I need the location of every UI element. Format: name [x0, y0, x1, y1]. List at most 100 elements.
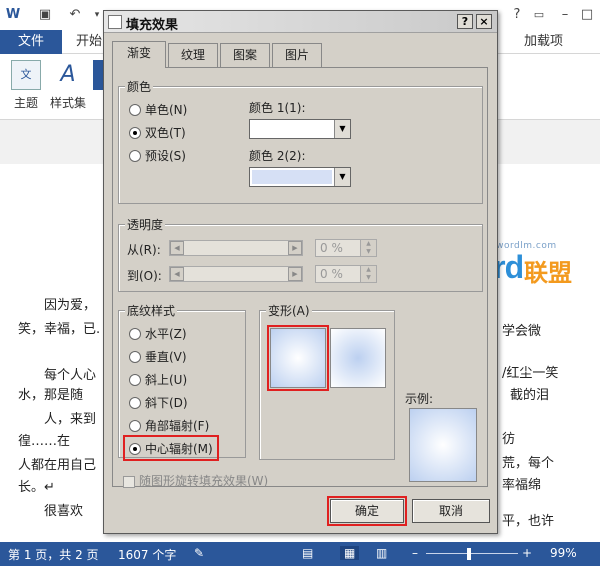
tab-pattern[interactable]: 图案	[220, 43, 270, 67]
zoom-slider[interactable]	[426, 553, 518, 554]
highlight-frame	[327, 496, 407, 526]
variants-group-title: 变形(A)	[266, 302, 312, 319]
proofing-icon[interactable]: ✎	[194, 546, 204, 560]
fill-effects-dialog: 填充效果 ? × 渐变 纹理 图案 图片 颜色 单色(N) 双色(T) 预设(S…	[103, 10, 498, 534]
dialog-title: 填充效果	[126, 18, 179, 33]
arrow-left-icon: ◀	[170, 267, 184, 281]
doc-line: 很喜欢	[44, 504, 84, 519]
color1-dropdown[interactable]: ▼	[249, 119, 351, 139]
chevron-down-icon: ▼	[334, 120, 350, 138]
transparency-group-title: 透明度	[125, 216, 166, 233]
doc-line: 人都在用自己	[18, 458, 97, 473]
theme-button[interactable]: 文 主题	[6, 60, 46, 116]
styleset-label: 样式集	[49, 96, 86, 110]
radio-dot-selected	[129, 126, 141, 139]
radio-dot	[129, 350, 141, 363]
styleset-icon: A	[60, 62, 76, 87]
to-value: 0 %	[320, 267, 343, 281]
to-slider[interactable]: ◀ ▶	[169, 266, 303, 282]
close-button[interactable]: ×	[476, 14, 492, 29]
tab-file[interactable]: 文件	[0, 30, 62, 54]
doc-line: 每个人心	[44, 368, 97, 383]
sample-label: 示例:	[405, 392, 434, 406]
maximize-icon[interactable]: □	[578, 6, 596, 24]
from-spinner[interactable]: 0 % ▲ ▼	[315, 239, 377, 257]
read-mode-icon[interactable]: ▤	[302, 546, 313, 560]
save-icon[interactable]: ▣	[36, 6, 54, 24]
from-value: 0 %	[320, 241, 343, 255]
radio-horizontal[interactable]: 水平(Z)	[129, 325, 187, 341]
shading-styles-group: 底纹样式 水平(Z) 垂直(V) 斜上(U) 斜下(D) 角部辐射(F) 中心辐…	[118, 302, 246, 461]
variant-center-dark[interactable]	[330, 328, 386, 388]
arrow-right-icon: ▶	[288, 267, 302, 281]
dialog-title-bar[interactable]: 填充效果 ? ×	[104, 11, 497, 33]
word-app-icon: W	[5, 7, 21, 22]
radio-dot	[129, 327, 141, 340]
ribbon-display-icon[interactable]: ▭	[530, 6, 548, 24]
doc-line: 率福绵	[502, 478, 542, 493]
variants-group: 变形(A)	[259, 302, 395, 460]
color1-label: 颜色 1(1):	[249, 101, 306, 115]
cancel-button[interactable]: 取消	[412, 499, 490, 523]
status-bar: 第 1 页，共 2 页 1607 个字 ✎ ▤ ▦ ▥ – + 99%	[0, 542, 600, 566]
page-count[interactable]: 第 1 页，共 2 页	[8, 546, 99, 563]
zoom-slider-thumb[interactable]	[467, 548, 471, 560]
radio-vertical[interactable]: 垂直(V)	[129, 348, 187, 364]
radio-dot	[129, 373, 141, 386]
doc-line: 人，来到	[44, 412, 97, 427]
web-layout-icon[interactable]: ▥	[376, 546, 387, 560]
rotate-with-shape-checkbox[interactable]: 随图形旋转填充效果(W)	[123, 472, 268, 489]
colors-group: 颜色 单色(N) 双色(T) 预设(S) 颜色 1(1): ▼ 颜色 2(2):…	[118, 78, 483, 204]
doc-line: 荒，每个	[502, 456, 555, 471]
tab-gradient[interactable]: 渐变	[112, 41, 166, 68]
highlight-frame	[267, 325, 329, 391]
undo-icon[interactable]: ↶	[66, 6, 84, 24]
tab-texture[interactable]: 纹理	[168, 43, 218, 67]
radio-dot	[129, 396, 141, 409]
radio-from-corner[interactable]: 角部辐射(F)	[129, 417, 209, 433]
help-icon[interactable]: ?	[508, 6, 526, 24]
sample-preview	[409, 408, 477, 482]
arrow-left-icon: ◀	[170, 241, 184, 255]
radio-one-color[interactable]: 单色(N)	[129, 101, 187, 117]
minimize-icon[interactable]: –	[556, 6, 574, 24]
radio-two-colors[interactable]: 双色(T)	[129, 124, 186, 140]
tab-start[interactable]: 开始	[76, 30, 102, 54]
doc-line: 徨……在	[18, 434, 71, 449]
highlight-frame	[123, 435, 219, 461]
theme-icon: 文	[11, 60, 41, 90]
radio-dot	[129, 149, 141, 162]
radio-preset[interactable]: 预设(S)	[129, 147, 186, 163]
from-slider[interactable]: ◀ ▶	[169, 240, 303, 256]
color2-swatch	[252, 170, 332, 184]
theme-label: 主题	[13, 96, 38, 110]
doc-line: 长。↵	[18, 480, 55, 495]
spin-up-icon: ▲	[360, 240, 376, 248]
tab-addins[interactable]: 加载项	[524, 30, 563, 54]
color2-label: 颜色 2(2):	[249, 149, 306, 163]
tab-picture[interactable]: 图片	[272, 43, 322, 67]
help-button[interactable]: ?	[457, 14, 473, 29]
styleset-button[interactable]: A 样式集	[48, 60, 88, 116]
zoom-in-icon[interactable]: +	[522, 546, 532, 560]
zoom-out-icon[interactable]: –	[412, 546, 418, 560]
doc-line: 因为爱，	[44, 298, 97, 313]
colors-group-title: 颜色	[125, 78, 154, 95]
radio-diagonal-up[interactable]: 斜上(U)	[129, 371, 187, 387]
gradient-panel: 颜色 单色(N) 双色(T) 预设(S) 颜色 1(1): ▼ 颜色 2(2):…	[112, 67, 488, 489]
radio-diagonal-down[interactable]: 斜下(D)	[129, 394, 188, 410]
zoom-level[interactable]: 99%	[550, 546, 577, 560]
color2-dropdown[interactable]: ▼	[249, 167, 351, 187]
spin-down-icon: ▼	[360, 274, 376, 282]
radio-dot	[129, 103, 141, 116]
doc-line: /红尘一笑	[502, 366, 559, 381]
transparency-group: 透明度 从(R): ◀ ▶ 0 % ▲ ▼ 到(O): ◀ ▶ 0 % ▲ ▼	[118, 216, 483, 292]
print-layout-icon[interactable]: ▦	[340, 546, 360, 560]
to-spinner[interactable]: 0 % ▲ ▼	[315, 265, 377, 283]
arrow-right-icon: ▶	[288, 241, 302, 255]
to-label: 到(O):	[127, 269, 162, 283]
from-label: 从(R):	[127, 243, 161, 257]
word-count[interactable]: 1607 个字	[118, 546, 176, 563]
watermark-lianmeng: 联盟	[524, 259, 572, 287]
doc-line: 笑，幸福，已.	[18, 322, 101, 337]
